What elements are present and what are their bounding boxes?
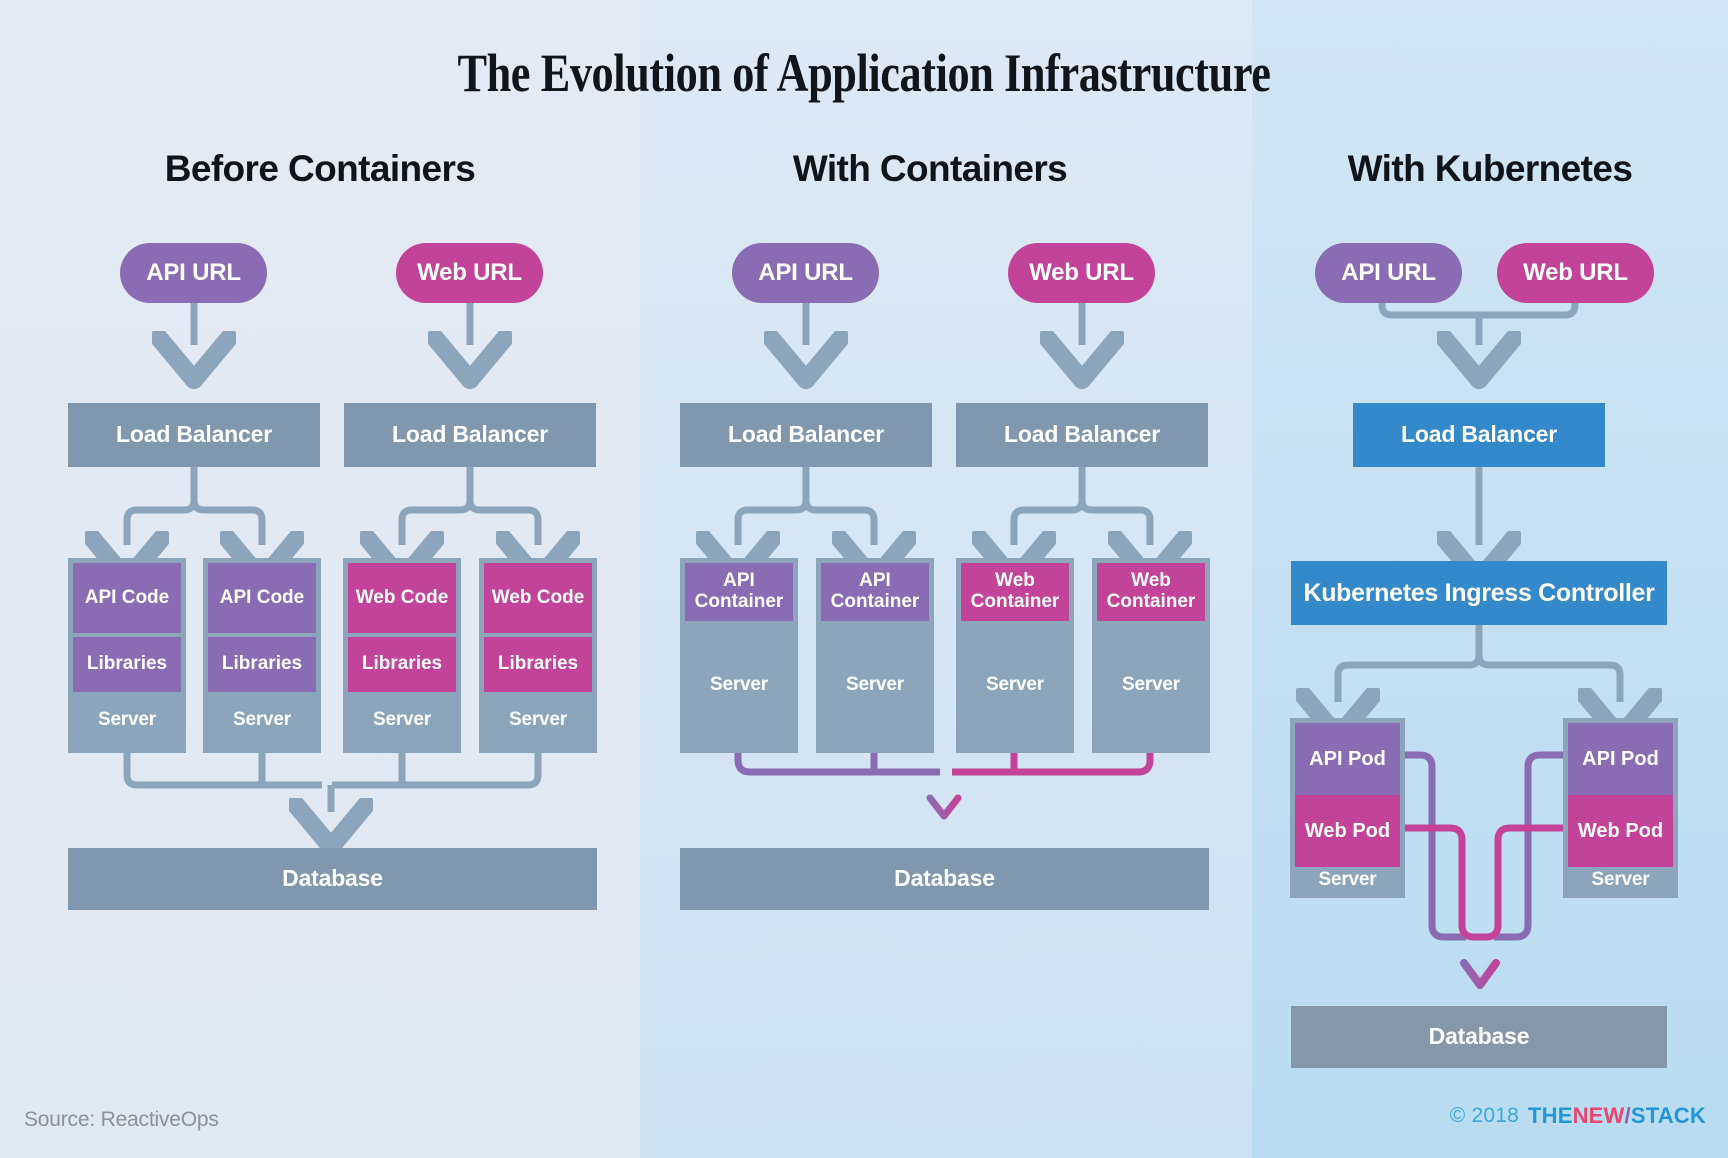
server-web-1-before[interactable]: Web Code Libraries Server — [343, 558, 461, 753]
load-balancer-kubernetes[interactable]: Load Balancer — [1353, 403, 1605, 467]
layer-api-pod: API Pod — [1295, 723, 1400, 795]
column-heading-with-kubernetes: With Kubernetes — [1347, 148, 1633, 189]
layer-server: Server — [1122, 673, 1180, 695]
layer-web-pod: Web Pod — [1568, 795, 1673, 867]
infographic-canvas: The Evolution of Application Infrastruct… — [0, 0, 1728, 1158]
database-before[interactable]: Database — [68, 848, 597, 910]
layer-api-code: API Code — [208, 563, 316, 633]
kubernetes-ingress-controller[interactable]: Kubernetes Ingress Controller — [1291, 561, 1667, 625]
layer-api-code: API Code — [73, 563, 181, 633]
server-api-2-containers[interactable]: API Container Server — [816, 558, 934, 753]
layer-server: Server — [1318, 869, 1377, 890]
layer-api-container: API Container — [685, 563, 793, 621]
layer-api-pod: API Pod — [1568, 723, 1673, 795]
layer-web-code: Web Code — [348, 563, 456, 633]
layer-server: Server — [986, 673, 1044, 695]
load-balancer-api-before[interactable]: Load Balancer — [68, 403, 320, 467]
server-web-2-before[interactable]: Web Code Libraries Server — [479, 558, 597, 753]
layer-server: Server — [98, 709, 156, 730]
server-api-2-before[interactable]: API Code Libraries Server — [203, 558, 321, 753]
server-pods-right[interactable]: API Pod Web Pod Server — [1563, 718, 1678, 898]
server-web-2-containers[interactable]: Web Container Server — [1092, 558, 1210, 753]
layer-web-container: Web Container — [1097, 563, 1205, 621]
layer-api-container: API Container — [821, 563, 929, 621]
brand-the: THE — [1527, 1103, 1573, 1128]
page-title: The Evolution of Application Infrastruct… — [457, 43, 1271, 103]
column-heading-with-containers: With Containers — [792, 148, 1068, 189]
entry-api-url-before[interactable]: API URL — [120, 243, 267, 303]
layer-web-code: Web Code — [484, 563, 592, 633]
load-balancer-web-before[interactable]: Load Balancer — [344, 403, 596, 467]
server-web-1-containers[interactable]: Web Container Server — [956, 558, 1074, 753]
brand-stack: STACK — [1630, 1103, 1706, 1128]
load-balancer-web-containers[interactable]: Load Balancer — [956, 403, 1208, 467]
layer-server: Server — [373, 709, 431, 730]
entry-api-url-containers[interactable]: API URL — [732, 243, 879, 303]
entry-web-url-before[interactable]: Web URL — [396, 243, 543, 303]
layer-server: Server — [846, 673, 904, 695]
brand-new: NEW — [1572, 1103, 1625, 1128]
layer-libraries: Libraries — [208, 637, 316, 692]
layer-libraries: Libraries — [73, 637, 181, 692]
entry-web-url-kubernetes[interactable]: Web URL — [1497, 243, 1654, 303]
entry-api-url-kubernetes[interactable]: API URL — [1315, 243, 1462, 303]
server-api-1-before[interactable]: API Code Libraries Server — [68, 558, 186, 753]
load-balancer-api-containers[interactable]: Load Balancer — [680, 403, 932, 467]
server-api-1-containers[interactable]: API Container Server — [680, 558, 798, 753]
layer-server: Server — [509, 709, 567, 730]
layer-libraries: Libraries — [484, 637, 592, 692]
column-heading-before-containers: Before Containers — [164, 148, 476, 189]
server-pods-left[interactable]: API Pod Web Pod Server — [1290, 718, 1405, 898]
layer-web-pod: Web Pod — [1295, 795, 1400, 867]
brand-logo: © 2018 THE NEW / STACK — [1450, 1103, 1706, 1129]
entry-web-url-containers[interactable]: Web URL — [1008, 243, 1155, 303]
database-kubernetes[interactable]: Database — [1291, 1006, 1667, 1068]
database-containers[interactable]: Database — [680, 848, 1209, 910]
layer-server: Server — [710, 673, 768, 695]
layer-server: Server — [1591, 869, 1650, 890]
layer-server: Server — [233, 709, 291, 730]
copyright-text: © 2018 — [1449, 1104, 1519, 1127]
source-credit: Source: ReactiveOps — [24, 1108, 219, 1131]
layer-libraries: Libraries — [348, 637, 456, 692]
layer-web-container: Web Container — [961, 563, 1069, 621]
